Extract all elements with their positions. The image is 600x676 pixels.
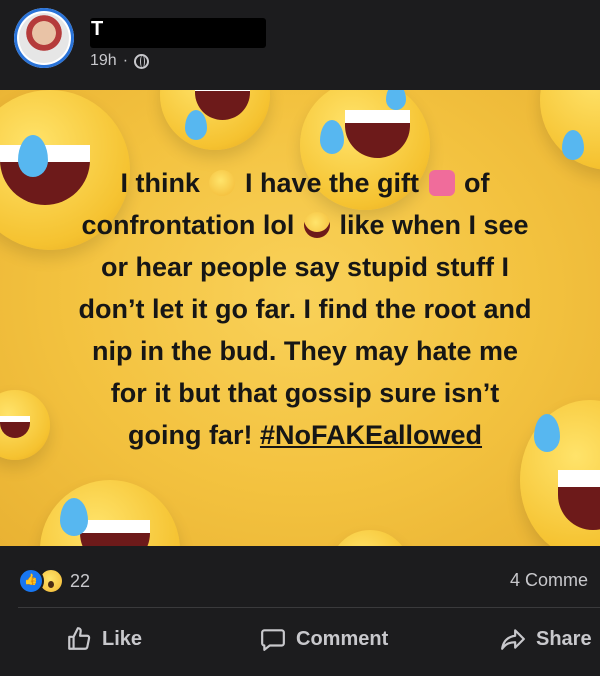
like-icon (68, 627, 91, 650)
post-text: I think I have the gift of confrontation… (10, 162, 600, 456)
text-line: or hear people say stupid stuff I (100, 252, 510, 282)
laughing-emoji (160, 90, 270, 150)
avatar[interactable] (14, 8, 74, 68)
text-line: nip in the bud. They may hate me (91, 336, 519, 366)
laughing-emoji (330, 530, 410, 546)
text-segment: I have the gift (244, 168, 420, 198)
text-segment: of (464, 168, 490, 198)
hashtag-link[interactable]: #NoFAKEallowed (260, 420, 482, 450)
comment-icon (261, 629, 285, 651)
share-button[interactable]: Share (500, 626, 592, 652)
like-reaction-icon (18, 568, 44, 594)
text-segment: going far! (127, 420, 253, 450)
text-segment: like when I see (339, 210, 529, 240)
post-footer: 22 4 Comme Like Comment Share (0, 546, 600, 676)
text-line: for it but that gossip sure isn’t (110, 378, 500, 408)
author-name-initial[interactable]: T (91, 18, 103, 41)
reaction-count: 22 (70, 570, 91, 591)
globe-icon (134, 53, 150, 69)
action-bar: Like Comment Share (0, 626, 600, 658)
heart-gift-emoji (428, 170, 455, 196)
post-background: I think I have the gift of confrontation… (0, 90, 600, 546)
comment-button[interactable]: Comment (260, 626, 388, 652)
laughing-emoji (40, 480, 180, 546)
text-segment: confrontation lol (81, 210, 295, 240)
post-header: T 19h · (0, 0, 600, 90)
thinking-face-emoji (209, 170, 236, 196)
text-line: don’t let it go far. I find the root and (78, 294, 532, 324)
text-segment: I think (120, 168, 200, 198)
comments-count[interactable]: 4 Comme (510, 570, 600, 591)
laughing-emoji (540, 90, 600, 170)
author-name-redacted[interactable] (90, 18, 266, 48)
like-label: Like (102, 627, 143, 650)
share-label: Share (536, 627, 592, 650)
reaction-summary[interactable]: 22 (18, 568, 90, 594)
divider (18, 607, 600, 608)
laughing-emoji (303, 212, 330, 238)
comment-label: Comment (296, 627, 389, 650)
like-button[interactable]: Like (66, 626, 142, 652)
timestamp[interactable]: 19h (90, 52, 117, 70)
post-meta: 19h · (90, 52, 150, 70)
share-icon (501, 629, 525, 650)
separator-dot: · (122, 52, 129, 69)
